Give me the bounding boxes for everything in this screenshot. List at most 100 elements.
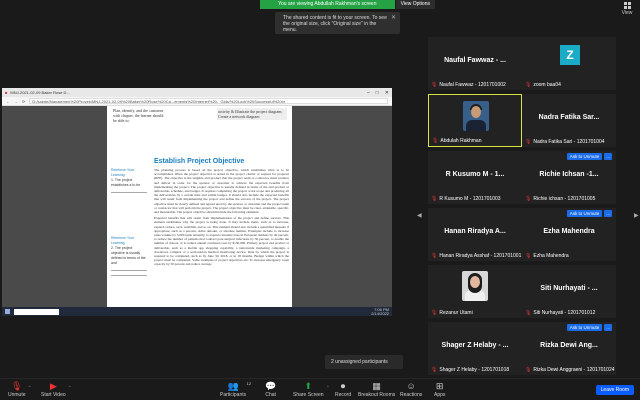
chevron-up-icon[interactable]: ^ (327, 384, 329, 389)
view-options-button[interactable]: View Options (394, 0, 435, 9)
participant-tile[interactable]: 🎙 Rezanur Utami (428, 265, 522, 318)
leave-room-button[interactable]: Leave Room (595, 385, 634, 395)
chat-label: Chat (265, 392, 276, 398)
participant-tile[interactable]: R Kusumo M - 1... 🎙 R Kusumo M - 120170100… (428, 151, 522, 204)
share-screen-label: Share Screen (293, 392, 324, 398)
participant-name: Hanan Riradya Asshaf - 1201701001 (439, 253, 522, 259)
participant-display-name: Ezha Mahendra (543, 228, 595, 235)
apps-icon: ⊞ (435, 381, 444, 391)
top-banner: You are viewing Abdullah Rakhman's scree… (260, 0, 435, 9)
ask-to-unmute-button[interactable]: Ask to Unmute (566, 153, 603, 160)
tooltip-text: The shared content is fit to your screen… (283, 15, 387, 33)
ask-to-unmute-button[interactable]: Ask to Unmute (566, 210, 603, 217)
top-right-text: activity & Illustrate the project diagra… (217, 108, 287, 120)
window-title: MNJ-2021-02-09 Baker Rose D... (10, 90, 70, 95)
microphone-muted-icon: 🎙 (525, 139, 532, 145)
breakout-rooms-label: Breakout Rooms (358, 392, 396, 398)
unmute-label: Unmute (8, 392, 26, 398)
unassigned-participants-notice[interactable]: 2 unassigned participants (325, 355, 403, 369)
participant-caption: 🎙 Richie ichsan - 1201701005 (525, 196, 595, 202)
url-field: D:/kakrte/Manajemen%20Proyek/MNJ-2021-02… (29, 98, 388, 104)
start-video-button[interactable]: ▶ Start Video ^ (41, 381, 71, 398)
participant-display-name: Shager Z Helaby - ... (441, 342, 509, 349)
participants-label: Participants (220, 392, 247, 398)
microphone-muted-icon: 🎙 (11, 381, 23, 391)
forward-icon: → (14, 98, 18, 104)
breakout-rooms-button[interactable]: ▦ Breakout Rooms (358, 381, 395, 398)
margin-text-1: 1. The project establishes a to be (111, 178, 141, 187)
margin-heading-1: Reinforce Your Learning (111, 168, 134, 177)
window-controls: – □ ✕ (367, 90, 389, 96)
participant-tile[interactable]: Z 🎙 zoom baa04 (522, 37, 616, 90)
video-off-icon: ▶ (49, 381, 57, 391)
participants-count: 12 (246, 381, 252, 386)
gallery-next-icon[interactable]: ▶ (634, 212, 639, 219)
participant-tile[interactable]: 🎙 Abdulah Rakhman (428, 94, 522, 147)
tile-actions: Ask to Unmute... (566, 324, 612, 331)
microphone-muted-icon: 🎙 (525, 253, 532, 259)
participant-display-name: Richie Ichsan -1... (539, 171, 599, 178)
microphone-muted-icon: 🎙 (431, 253, 438, 259)
share-screen-button[interactable]: ⬆ Share Screen ^ (293, 381, 329, 398)
more-options-button[interactable]: ... (604, 210, 612, 217)
participant-caption: 🎙 Abdulah Rakhman (432, 138, 482, 144)
refresh-icon: ⟳ (22, 98, 26, 104)
more-options-button[interactable]: ... (604, 324, 612, 331)
tile-actions: Ask to Unmute... (566, 210, 612, 217)
shared-screen[interactable]: ■ MNJ-2021-02-09 Baker Rose D... – □ ✕ ← →… (2, 88, 392, 316)
back-icon: ← (6, 98, 10, 104)
margin-note-1: Reinforce Your Learning 1. The project e… (111, 168, 147, 193)
chevron-up-icon[interactable]: ^ (29, 384, 31, 389)
gallery-prev-icon[interactable]: ◀ (417, 212, 422, 219)
participant-tile[interactable]: Shager Z Helaby - ... 🎙 Shager Z Helaby - … (428, 322, 522, 375)
participant-caption: 🎙 zoom baa04 (525, 82, 561, 88)
participant-tile[interactable]: Rizka Dewi Ang... Ask to Unmute... 🎙 Rizka … (522, 322, 616, 375)
tile-actions: Ask to Unmute... (566, 153, 612, 160)
chat-button[interactable]: 💬 Chat (265, 381, 276, 398)
record-label: Record (335, 392, 352, 398)
participant-caption: 🎙 Naufal Fawwaz - 1201701002 (431, 82, 506, 88)
participant-avatar: Z (560, 45, 580, 65)
reactions-button[interactable]: ☺ Reactions (400, 381, 422, 398)
record-button[interactable]: ⏺ Record (335, 381, 351, 398)
reactions-label: Reactions (400, 392, 423, 398)
start-video-label: Start Video (41, 392, 66, 398)
participant-tile[interactable]: Nadra Fatika Sar... 🎙 Nadra Fatika Sari - … (522, 94, 616, 147)
taskbar-clock: 7:06 PM 2/14/2022 (371, 307, 389, 316)
pdf-viewer: Plan, identify, and the customer with ch… (2, 106, 392, 307)
viewing-screen-label: You are viewing Abdullah Rakhman's scree… (260, 0, 395, 9)
participant-tile[interactable]: Ezha Mahendra Ask to Unmute... 🎙 Ezha Mahen… (522, 208, 616, 261)
participant-tile[interactable]: Naufal Fawwaz - ... 🎙 Naufal Fawwaz - 1201… (428, 37, 522, 90)
taskbar-search (14, 308, 59, 315)
microphone-muted-icon: 🎙 (525, 82, 532, 88)
chevron-up-icon[interactable]: ^ (69, 384, 71, 389)
participant-name: zoom baa04 (533, 82, 561, 88)
ask-to-unmute-button[interactable]: Ask to Unmute (566, 324, 603, 331)
participant-tile[interactable]: Siti Nurhayati - ... 🎙 Siti Nurhayati - 12… (522, 265, 616, 318)
close-icon[interactable]: ✕ (391, 15, 396, 21)
microphone-muted-icon: 🎙 (525, 196, 532, 202)
apps-button[interactable]: ⊞ Apps (434, 381, 445, 398)
participants-button[interactable]: 👥 Participants 12 (220, 381, 251, 398)
margin-blank-line (111, 271, 147, 276)
more-options-button[interactable]: ... (604, 153, 612, 160)
participant-name: Rizka Dewi Anggraeni - 1201701024 (533, 367, 615, 373)
participant-name: Siti Nurhayati - 1201701012 (533, 310, 596, 316)
microphone-muted-icon: 🎙 (431, 82, 438, 88)
microphone-muted-icon: 🎙 (525, 367, 532, 373)
participant-name: Rezanur Utami (439, 310, 473, 316)
apps-label: Apps (434, 392, 446, 398)
windows-taskbar: 7:06 PM 2/14/2022 (2, 307, 392, 316)
margin-text-2: 2. The project objective is usually defi… (111, 246, 146, 265)
view-button[interactable]: View (620, 2, 634, 16)
participant-caption: 🎙 Ezha Mahendra (525, 253, 569, 259)
participant-caption: 🎙 Hanan Riradya Asshaf - 1201701001 (431, 253, 521, 259)
participant-name: Abdulah Rakhman (440, 138, 482, 144)
participant-tile[interactable]: Richie Ichsan -1... Ask to Unmute... 🎙 Rich… (522, 151, 616, 204)
participants-icon: 👥 (227, 381, 239, 391)
meeting-toolbar: 🎙 Unmute ^ ▶ Start Video ^ 👥 Participant… (0, 378, 640, 400)
participant-tile[interactable]: Hanan Riradya A... 🎙 Hanan Riradya Asshaf … (428, 208, 522, 261)
microphone-muted-icon: 🎙 (431, 367, 438, 373)
participant-display-name: R Kusumo M - 1... (445, 171, 505, 178)
unmute-button[interactable]: 🎙 Unmute ^ (8, 381, 31, 398)
